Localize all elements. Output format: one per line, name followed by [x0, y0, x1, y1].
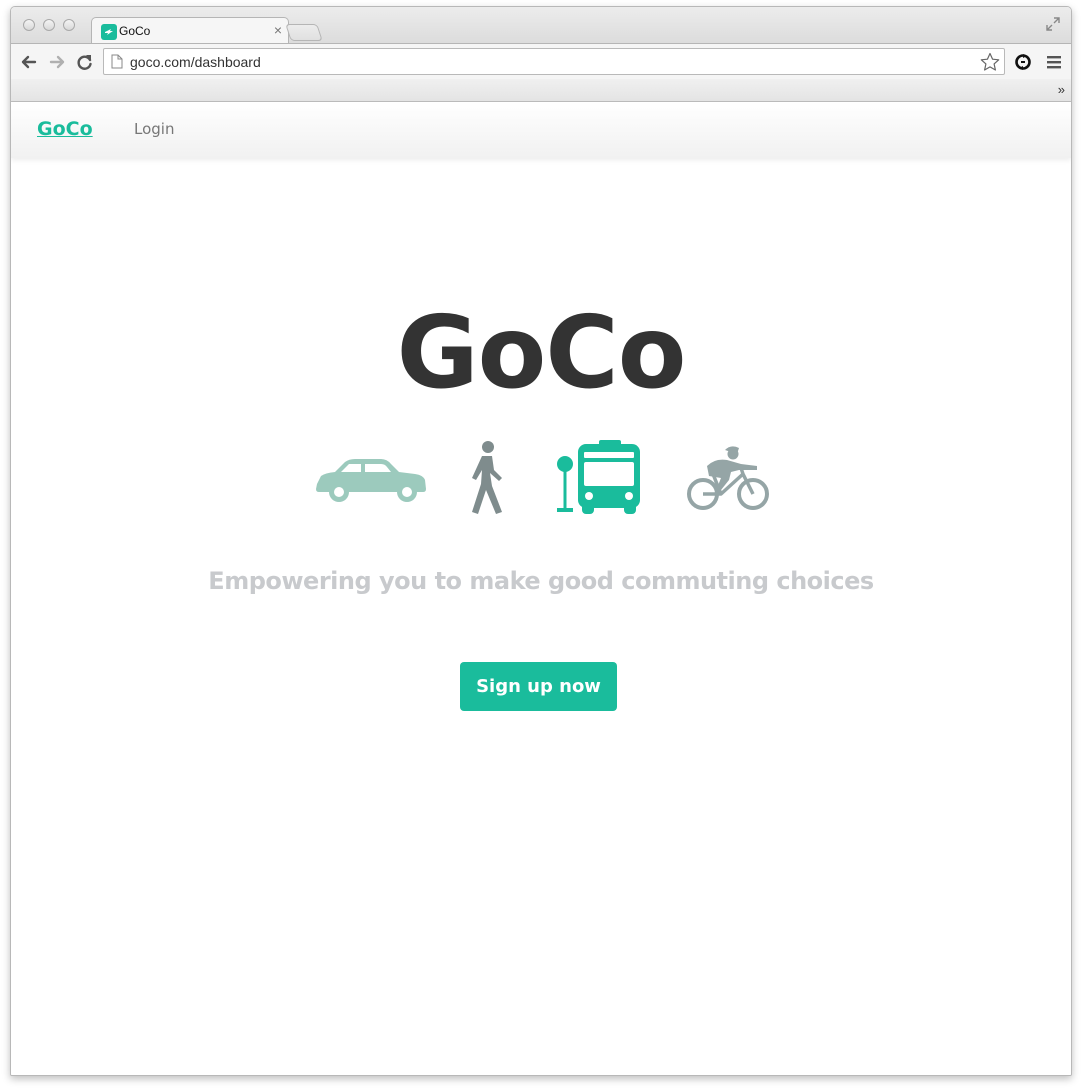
browser-window: GoCo × goco.com/dashboard » GoCo Login G… [10, 6, 1072, 1076]
tagline: Empowering you to make good commuting ch… [208, 567, 874, 595]
fullscreen-icon[interactable] [1045, 16, 1061, 32]
close-window-button[interactable] [23, 19, 35, 31]
login-link[interactable]: Login [134, 120, 174, 138]
page-content: GoCo Login GoCo Empowering you to make g… [11, 102, 1071, 1075]
browser-tab[interactable]: GoCo × [91, 17, 289, 44]
tab-strip: GoCo × [11, 7, 1071, 44]
bus-icon [557, 440, 640, 514]
site-navbar: GoCo Login [11, 102, 1071, 158]
bookmark-star-icon[interactable] [980, 52, 1000, 72]
url-text: goco.com/dashboard [130, 54, 261, 70]
new-tab-button[interactable] [285, 24, 323, 41]
bicycle-icon [687, 446, 769, 510]
extension-sync-icon[interactable] [1013, 52, 1033, 72]
menu-icon[interactable] [1046, 54, 1062, 70]
browser-toolbar: goco.com/dashboard [11, 43, 1071, 79]
bookmarks-bar: » [11, 79, 1071, 102]
back-arrow-icon[interactable] [19, 52, 39, 72]
forward-arrow-icon[interactable] [47, 52, 67, 72]
walking-icon [472, 441, 502, 514]
sign-up-button[interactable]: Sign up now [460, 662, 617, 711]
transport-icons [11, 440, 1071, 520]
bookmarks-overflow-chevron-icon[interactable]: » [1058, 82, 1065, 97]
tab-title: GoCo [119, 24, 151, 38]
page-icon [111, 54, 123, 69]
zoom-window-button[interactable] [63, 19, 75, 31]
minimize-window-button[interactable] [43, 19, 55, 31]
car-icon [316, 459, 426, 502]
tab-close-icon[interactable]: × [274, 22, 282, 38]
goco-favicon-icon [101, 24, 117, 40]
hero-title: GoCo [396, 294, 687, 411]
reload-icon[interactable] [75, 52, 95, 72]
address-bar[interactable]: goco.com/dashboard [103, 48, 1005, 75]
brand-link[interactable]: GoCo [37, 118, 93, 140]
